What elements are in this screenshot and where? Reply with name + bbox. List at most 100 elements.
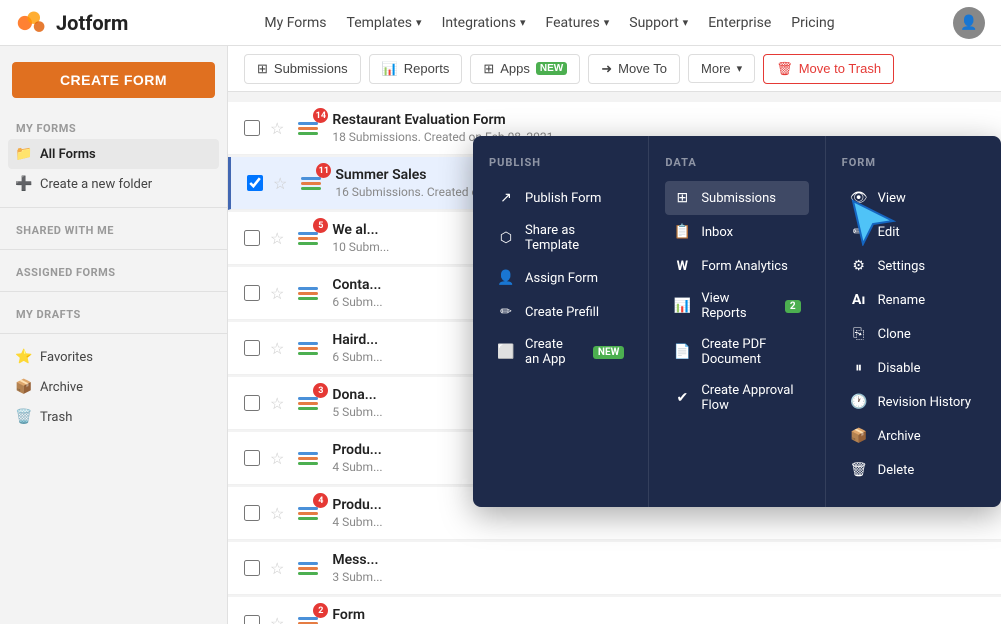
form-icon: [294, 554, 322, 582]
toolbar-moveto-btn[interactable]: ➜ Move To: [588, 54, 680, 84]
sidebar-divider-3: [0, 291, 227, 292]
sidebar: CREATE FORM MY FORMS 📁 All Forms ➕ Creat…: [0, 46, 228, 624]
create-form-button[interactable]: CREATE FORM: [12, 62, 215, 98]
dropdown-share-template[interactable]: ⬡ Share as Template: [489, 215, 632, 261]
dropdown-create-pdf[interactable]: 📄 Create PDF Document: [665, 329, 808, 375]
dropdown-clone[interactable]: ⎘ Clone: [842, 317, 985, 351]
row-checkbox[interactable]: [244, 230, 260, 246]
pdf-icon: 📄: [673, 343, 691, 361]
row-checkbox[interactable]: [247, 175, 263, 191]
dropdown-revision-history[interactable]: 🕐 Revision History: [842, 385, 985, 419]
dropdown-create-prefill[interactable]: ✏ Create Prefill: [489, 295, 632, 329]
dropdown-archive[interactable]: 📦 Archive: [842, 419, 985, 453]
star-toggle[interactable]: ☆: [270, 559, 284, 578]
star-toggle[interactable]: ☆: [270, 284, 284, 303]
form-badge: 11: [316, 163, 331, 178]
data-title: DATA: [665, 156, 808, 169]
row-checkbox[interactable]: [244, 450, 260, 466]
archive-icon: 📦: [16, 379, 32, 395]
nav-support[interactable]: Support ▾: [629, 15, 688, 31]
rename-icon: Aı: [850, 291, 868, 309]
table-row[interactable]: ☆ 2 Form 3 Subm...: [228, 597, 1001, 624]
dropdown-publish-form[interactable]: ↗ Publish Form: [489, 181, 632, 215]
toolbar-trash-icon: 🗑: [776, 61, 793, 77]
toolbar: ⊞ Submissions 📊 Reports ⊞ Apps NEW ➜ Mov…: [228, 46, 1001, 92]
nav-enterprise[interactable]: Enterprise: [708, 15, 771, 31]
sidebar-item-favorites[interactable]: ⭐ Favorites: [0, 342, 227, 372]
sidebar-item-new-folder[interactable]: ➕ Create a new folder: [0, 169, 227, 199]
app-icon: ⬜: [497, 343, 515, 361]
toolbar-trash-btn[interactable]: 🗑 Move to Trash: [763, 54, 894, 84]
dropdown-assign-form[interactable]: 👤 Assign Form: [489, 261, 632, 295]
row-checkbox[interactable]: [244, 395, 260, 411]
dropdown-rename[interactable]: Aı Rename: [842, 283, 985, 317]
star-toggle[interactable]: ☆: [270, 339, 284, 358]
dropdown-disable[interactable]: ⏸ Disable: [842, 351, 985, 385]
nav-integrations[interactable]: Integrations ▾: [442, 15, 526, 31]
sidebar-item-all-forms[interactable]: 📁 All Forms: [8, 139, 219, 169]
sidebar-divider-4: [0, 333, 227, 334]
form-badge: 3: [313, 383, 328, 398]
form-icon: 14: [294, 114, 322, 142]
avatar[interactable]: 👤: [953, 7, 985, 39]
dropdown-view[interactable]: 👁 View: [842, 181, 985, 215]
table-row[interactable]: ☆ Mess... 3 Subm...: [228, 542, 1001, 595]
form-name: Restaurant Evaluation Form: [332, 112, 985, 128]
toolbar-apps-btn[interactable]: ⊞ Apps NEW: [470, 54, 580, 84]
nav-right: 👤: [953, 7, 985, 39]
form-icon: 3: [294, 389, 322, 417]
publish-icon: ↗: [497, 189, 515, 207]
assign-icon: 👤: [497, 269, 515, 287]
form-meta: 3 Subm...: [332, 570, 985, 584]
inbox-icon: 📋: [673, 223, 691, 241]
sidebar-item-trash[interactable]: 🗑️ Trash: [0, 402, 227, 432]
data-column: DATA ⊞ Submissions 📋 Inbox W Form Analyt…: [649, 136, 825, 507]
form-icon: 2: [294, 609, 322, 624]
star-toggle[interactable]: ☆: [270, 449, 284, 468]
toolbar-submissions-btn[interactable]: ⊞ Submissions: [244, 54, 361, 84]
row-checkbox[interactable]: [244, 560, 260, 576]
toolbar-reports-btn[interactable]: 📊 Reports: [369, 54, 463, 84]
row-checkbox[interactable]: [244, 615, 260, 624]
dropdown-delete[interactable]: 🗑 Delete: [842, 453, 985, 487]
dropdown-settings[interactable]: ⚙ Settings: [842, 249, 985, 283]
drafts-label: MY DRAFTS: [0, 300, 227, 325]
grid-icon: ⊞: [257, 61, 268, 77]
archive-icon: 📦: [850, 427, 868, 445]
nav-features[interactable]: Features ▾: [546, 15, 610, 31]
star-toggle[interactable]: ☆: [270, 119, 284, 138]
logo[interactable]: Jotform: [16, 7, 146, 39]
dropdown-view-reports[interactable]: 📊 View Reports 2: [665, 283, 808, 329]
publish-column: PUBLISH ↗ Publish Form ⬡ Share as Templa…: [473, 136, 649, 507]
star-toggle[interactable]: ☆: [273, 174, 287, 193]
toolbar-more-btn[interactable]: More ▾: [688, 54, 755, 83]
dropdown-create-app[interactable]: ⬜ Create an App NEW: [489, 329, 632, 375]
dropdown-form-analytics[interactable]: W Form Analytics: [665, 249, 808, 283]
row-checkbox[interactable]: [244, 505, 260, 521]
row-checkbox[interactable]: [244, 120, 260, 136]
nav-templates[interactable]: Templates ▾: [347, 15, 422, 31]
star-toggle[interactable]: ☆: [270, 614, 284, 624]
form-icon: 4: [294, 499, 322, 527]
sidebar-item-archive[interactable]: 📦 Archive: [0, 372, 227, 402]
star-toggle[interactable]: ☆: [270, 504, 284, 523]
analytics-icon: W: [673, 257, 691, 275]
apps-new-badge: NEW: [536, 62, 567, 75]
reports-badge: 2: [785, 300, 801, 313]
star-toggle[interactable]: ☆: [270, 229, 284, 248]
star-toggle[interactable]: ☆: [270, 394, 284, 413]
dropdown-submissions[interactable]: ⊞ Submissions: [665, 181, 808, 215]
nav-my-forms[interactable]: My Forms: [264, 15, 326, 31]
more-dropdown-menu: PUBLISH ↗ Publish Form ⬡ Share as Templa…: [473, 136, 1001, 507]
dropdown-inbox[interactable]: 📋 Inbox: [665, 215, 808, 249]
move-icon: ➜: [601, 61, 612, 77]
nav-links: My Forms Templates ▾ Integrations ▾ Feat…: [170, 15, 929, 31]
nav-pricing[interactable]: Pricing: [791, 15, 834, 31]
dropdown-approval-flow[interactable]: ✔ Create Approval Flow: [665, 375, 808, 421]
main-layout: CREATE FORM MY FORMS 📁 All Forms ➕ Creat…: [0, 46, 1001, 624]
settings-icon: ⚙: [850, 257, 868, 275]
row-checkbox[interactable]: [244, 340, 260, 356]
form-name: Mess...: [332, 552, 985, 568]
row-checkbox[interactable]: [244, 285, 260, 301]
dropdown-edit[interactable]: ✏ Edit: [842, 215, 985, 249]
